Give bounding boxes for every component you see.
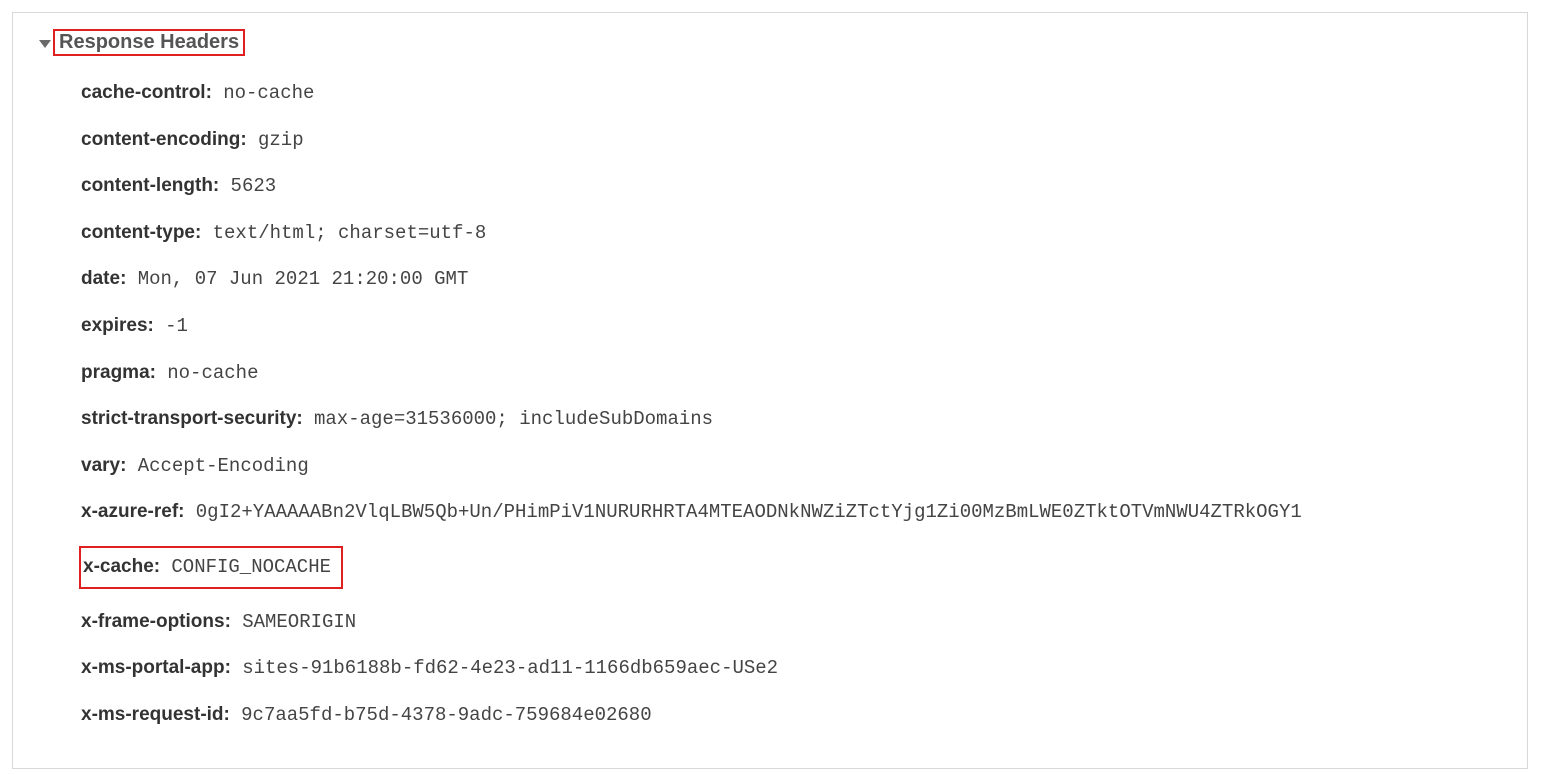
header-name: pragma: xyxy=(81,362,156,383)
header-value: Accept-Encoding xyxy=(138,455,309,477)
header-row-x-frame-options: x-frame-options: SAMEORIGIN xyxy=(81,609,1513,636)
header-value: text/html; charset=utf-8 xyxy=(213,222,487,244)
header-name: content-encoding: xyxy=(81,129,247,150)
headers-list: cache-control: no-cache content-encoding… xyxy=(81,80,1513,728)
header-value: gzip xyxy=(258,129,304,151)
header-row-x-ms-request-id: x-ms-request-id: 9c7aa5fd-b75d-4378-9adc… xyxy=(81,702,1513,729)
response-headers-panel: Response Headers cache-control: no-cache… xyxy=(12,12,1528,769)
header-value: 9c7aa5fd-b75d-4378-9adc-759684e02680 xyxy=(241,704,651,726)
header-name: x-ms-request-id: xyxy=(81,704,230,725)
header-row-x-ms-portal-app: x-ms-portal-app: sites-91b6188b-fd62-4e2… xyxy=(81,655,1513,682)
header-name: x-frame-options: xyxy=(81,611,231,632)
header-row-strict-transport-security: strict-transport-security: max-age=31536… xyxy=(81,406,1513,433)
header-name: expires: xyxy=(81,315,154,336)
header-value: no-cache xyxy=(223,82,314,104)
header-value: CONFIG_NOCACHE xyxy=(171,556,331,578)
section-toggle[interactable]: Response Headers xyxy=(39,29,245,56)
header-row-expires: expires: -1 xyxy=(81,313,1513,340)
header-value: no-cache xyxy=(167,362,258,384)
header-name: date: xyxy=(81,268,126,289)
header-value: -1 xyxy=(165,315,188,337)
header-row-x-cache: x-cache: CONFIG_NOCACHE xyxy=(81,546,1513,589)
section-title: Response Headers xyxy=(53,29,245,56)
header-name: content-length: xyxy=(81,175,219,196)
header-row-date: date: Mon, 07 Jun 2021 21:20:00 GMT xyxy=(81,266,1513,293)
header-row-cache-control: cache-control: no-cache xyxy=(81,80,1513,107)
header-value: 0gI2+YAAAAABn2VlqLBW5Qb+Un/PHimPiV1NURUR… xyxy=(196,501,1302,523)
header-value: sites-91b6188b-fd62-4e23-ad11-1166db659a… xyxy=(242,657,778,679)
header-value: Mon, 07 Jun 2021 21:20:00 GMT xyxy=(138,268,469,290)
header-row-pragma: pragma: no-cache xyxy=(81,360,1513,387)
header-row-vary: vary: Accept-Encoding xyxy=(81,453,1513,480)
header-row-x-azure-ref: x-azure-ref: 0gI2+YAAAAABn2VlqLBW5Qb+Un/… xyxy=(81,499,1513,526)
chevron-down-icon xyxy=(39,40,51,48)
header-name: x-azure-ref: xyxy=(81,501,184,522)
header-name: content-type: xyxy=(81,222,201,243)
header-value: 5623 xyxy=(231,175,277,197)
header-name: vary: xyxy=(81,455,126,476)
header-name: cache-control: xyxy=(81,82,212,103)
header-value: SAMEORIGIN xyxy=(242,611,356,633)
header-name: x-cache: xyxy=(81,556,160,577)
header-row-content-encoding: content-encoding: gzip xyxy=(81,127,1513,154)
header-name: x-ms-portal-app: xyxy=(81,657,231,678)
header-row-content-length: content-length: 5623 xyxy=(81,173,1513,200)
header-row-content-type: content-type: text/html; charset=utf-8 xyxy=(81,220,1513,247)
header-name: strict-transport-security: xyxy=(81,408,303,429)
header-value: max-age=31536000; includeSubDomains xyxy=(314,408,713,430)
